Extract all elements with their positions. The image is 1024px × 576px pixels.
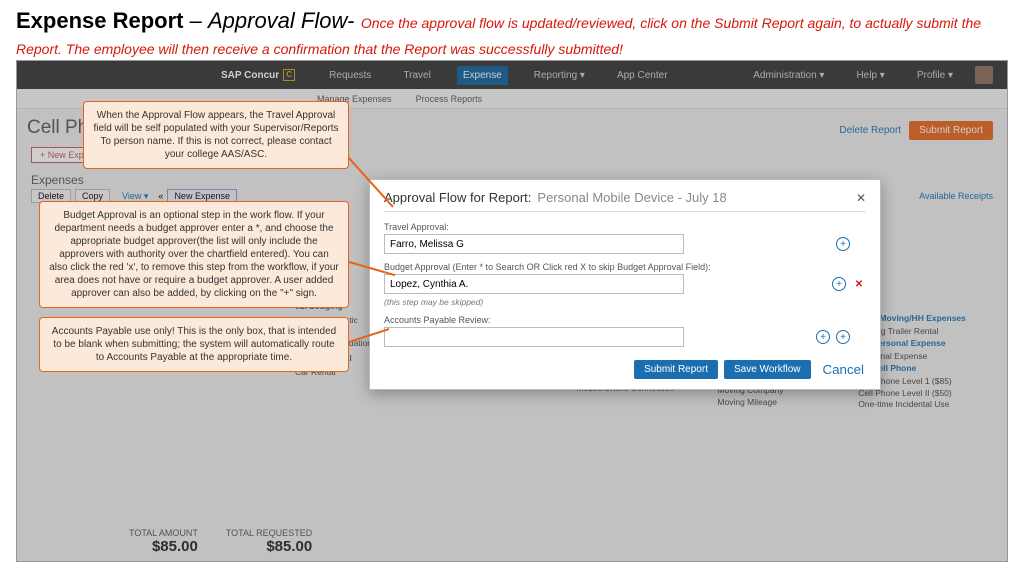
modal-save-button[interactable]: Save Workflow — [724, 360, 811, 379]
callout-budget-approval: Budget Approval is an optional step in t… — [39, 201, 349, 308]
title-italic: Approval Flow — [208, 8, 347, 33]
budget-approval-input[interactable] — [384, 274, 684, 294]
title-bold: Expense Report — [16, 8, 184, 33]
modal-report-name: Personal Mobile Device - July 18 — [537, 190, 726, 205]
plus-icon[interactable]: + — [836, 330, 850, 344]
plus-icon[interactable]: + — [816, 330, 830, 344]
modal-title: Approval Flow for Report: Personal Mobil… — [384, 190, 866, 212]
slide-title: Expense Report – Approval Flow- Once the… — [0, 0, 1024, 60]
close-icon[interactable]: ✕ — [856, 191, 866, 205]
modal-cancel-button[interactable]: Cancel — [817, 358, 871, 381]
callout-ap-review: Accounts Payable use only! This is the o… — [39, 317, 349, 372]
remove-step-icon[interactable]: ✕ — [852, 277, 866, 291]
ap-review-label: Accounts Payable Review: — [384, 315, 866, 325]
travel-approval-input[interactable] — [384, 234, 684, 254]
travel-approval-label: Travel Approval: — [384, 222, 866, 232]
ap-review-input[interactable] — [384, 327, 684, 347]
screenshot-region: SAP ConcurC Requests Travel Expense Repo… — [16, 60, 1008, 562]
plus-icon[interactable]: + — [836, 237, 850, 251]
plus-icon[interactable]: + — [832, 277, 846, 291]
budget-approval-label: Budget Approval (Enter * to Search OR Cl… — [384, 262, 866, 272]
callout-travel-approval: When the Approval Flow appears, the Trav… — [83, 101, 349, 169]
skip-note: (this step may be skipped) — [384, 297, 866, 307]
modal-submit-button[interactable]: Submit Report — [634, 360, 718, 379]
approval-flow-modal: Approval Flow for Report: Personal Mobil… — [369, 179, 881, 390]
